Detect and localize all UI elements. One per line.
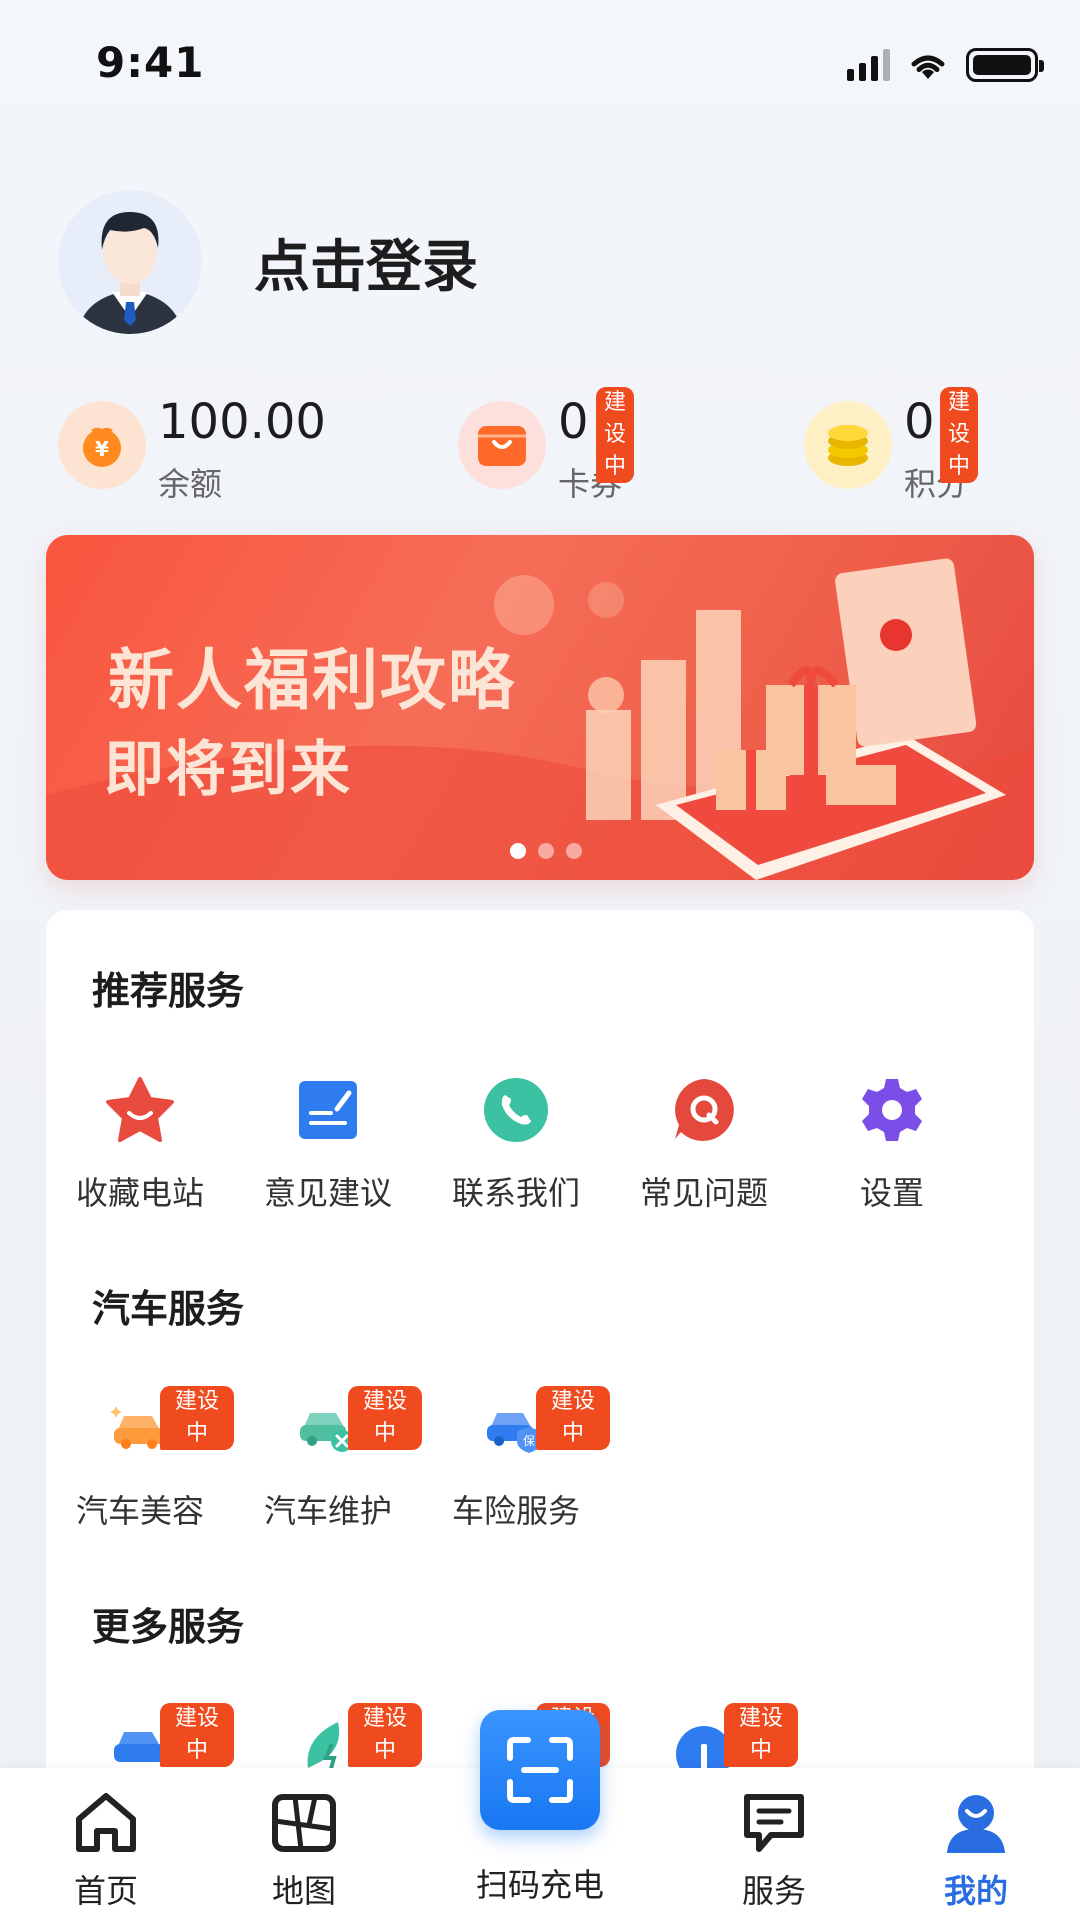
recommended-section-title: 推荐服务 [92, 969, 245, 1013]
status-time: 9:41 [96, 38, 205, 87]
stat-balance[interactable]: ¥ 100.00 余额 [58, 395, 326, 505]
wallet-icon: ¥ [58, 401, 146, 489]
coins-icon [804, 401, 892, 489]
tab-scan-label: 扫码充电 [475, 1866, 604, 1904]
message-icon [704, 1786, 844, 1860]
more-item-status-badge: 建设中 [724, 1703, 798, 1767]
stat-coupons[interactable]: 0 卡券 建设中 [458, 387, 635, 505]
banner-headline: 新人福利攻略 [108, 642, 516, 719]
stat-points[interactable]: 0 积分 建设中 [804, 387, 979, 505]
more-section-title: 更多服务 [92, 1605, 245, 1649]
tab-mine[interactable]: 我的 [906, 1786, 1046, 1912]
grid-item-label: 收藏电站 [75, 1174, 204, 1212]
profile-header[interactable]: 点击登录 [58, 190, 478, 334]
login-link[interactable]: 点击登录 [254, 222, 478, 303]
avatar[interactable] [58, 190, 202, 334]
carousel-dot[interactable] [566, 843, 582, 859]
signal-icon [847, 49, 890, 81]
promo-banner[interactable]: 新人福利攻略 即将到来 [46, 535, 1034, 880]
grid-item-label: 车险服务 [451, 1492, 580, 1530]
balance-value: 100.00 [158, 394, 326, 450]
grid-item-contact[interactable]: 联系我们 [422, 1070, 610, 1214]
star-icon [46, 1070, 234, 1150]
user-avatar-icon [78, 212, 182, 334]
scan-icon [507, 1737, 573, 1803]
grid-item-settings[interactable]: 设置 [798, 1070, 986, 1214]
car-beauty-status-badge: 建设中 [160, 1386, 234, 1450]
points-status-badge: 建设中 [940, 387, 979, 483]
tab-home[interactable]: 首页 [36, 1786, 176, 1912]
gear-icon [798, 1070, 986, 1150]
grid-item-label: 设置 [859, 1174, 924, 1212]
tab-service[interactable]: 服务 [704, 1786, 844, 1912]
grid-item-label: 汽车美容 [75, 1492, 204, 1530]
svg-text:¥: ¥ [95, 437, 109, 461]
more-item-status-badge: 建设中 [160, 1703, 234, 1767]
battery-icon [966, 48, 1044, 82]
tab-mine-label: 我的 [943, 1872, 1008, 1910]
grid-item-feedback[interactable]: 意见建议 [234, 1070, 422, 1214]
grid-item-car-maintenance[interactable]: 建设中 汽车维护 [234, 1386, 422, 1532]
balance-label: 余额 [158, 465, 223, 503]
car-insurance-status-badge: 建设中 [536, 1386, 610, 1450]
coupon-icon [458, 401, 546, 489]
coupon-status-badge: 建设中 [596, 387, 635, 483]
user-icon [906, 1786, 1046, 1860]
grid-item-label: 联系我们 [451, 1174, 580, 1212]
grid-item-car-insurance[interactable]: 保 建设中 车险服务 [422, 1386, 610, 1532]
grid-item-label: 意见建议 [263, 1174, 392, 1212]
scan-charge-button[interactable] [480, 1710, 600, 1830]
account-stats: ¥ 100.00 余额 0 卡券 建设中 0 积分 建设中 [0, 387, 1080, 515]
grid-item-car-beauty[interactable]: 建设中 汽车美容 [46, 1386, 234, 1532]
svg-text:保: 保 [523, 1434, 535, 1448]
grid-item-faq[interactable]: 常见问题 [610, 1070, 798, 1214]
wifi-icon [911, 55, 945, 79]
carousel-dot[interactable] [538, 843, 554, 859]
banner-subline: 即将到来 [104, 735, 352, 805]
grid-item-label: 汽车维护 [263, 1492, 392, 1530]
status-icons [847, 48, 1044, 82]
phone-icon [422, 1070, 610, 1150]
carousel-dot[interactable] [510, 843, 526, 859]
tab-map-label: 地图 [271, 1872, 336, 1910]
tab-map[interactable]: 地图 [234, 1786, 374, 1912]
status-bar: 9:41 [0, 0, 1080, 120]
car-maintenance-status-badge: 建设中 [348, 1386, 422, 1450]
home-icon [36, 1786, 176, 1860]
carousel-indicator[interactable] [510, 843, 582, 859]
grid-item-label: 常见问题 [639, 1174, 768, 1212]
more-item-status-badge: 建设中 [348, 1703, 422, 1767]
grid-item-favorite-stations[interactable]: 收藏电站 [46, 1070, 234, 1214]
feedback-icon [234, 1070, 422, 1150]
map-icon [234, 1786, 374, 1860]
faq-icon [610, 1070, 798, 1150]
tab-home-label: 首页 [73, 1872, 138, 1910]
tab-service-label: 服务 [741, 1872, 806, 1910]
car-section-title: 汽车服务 [92, 1287, 245, 1331]
